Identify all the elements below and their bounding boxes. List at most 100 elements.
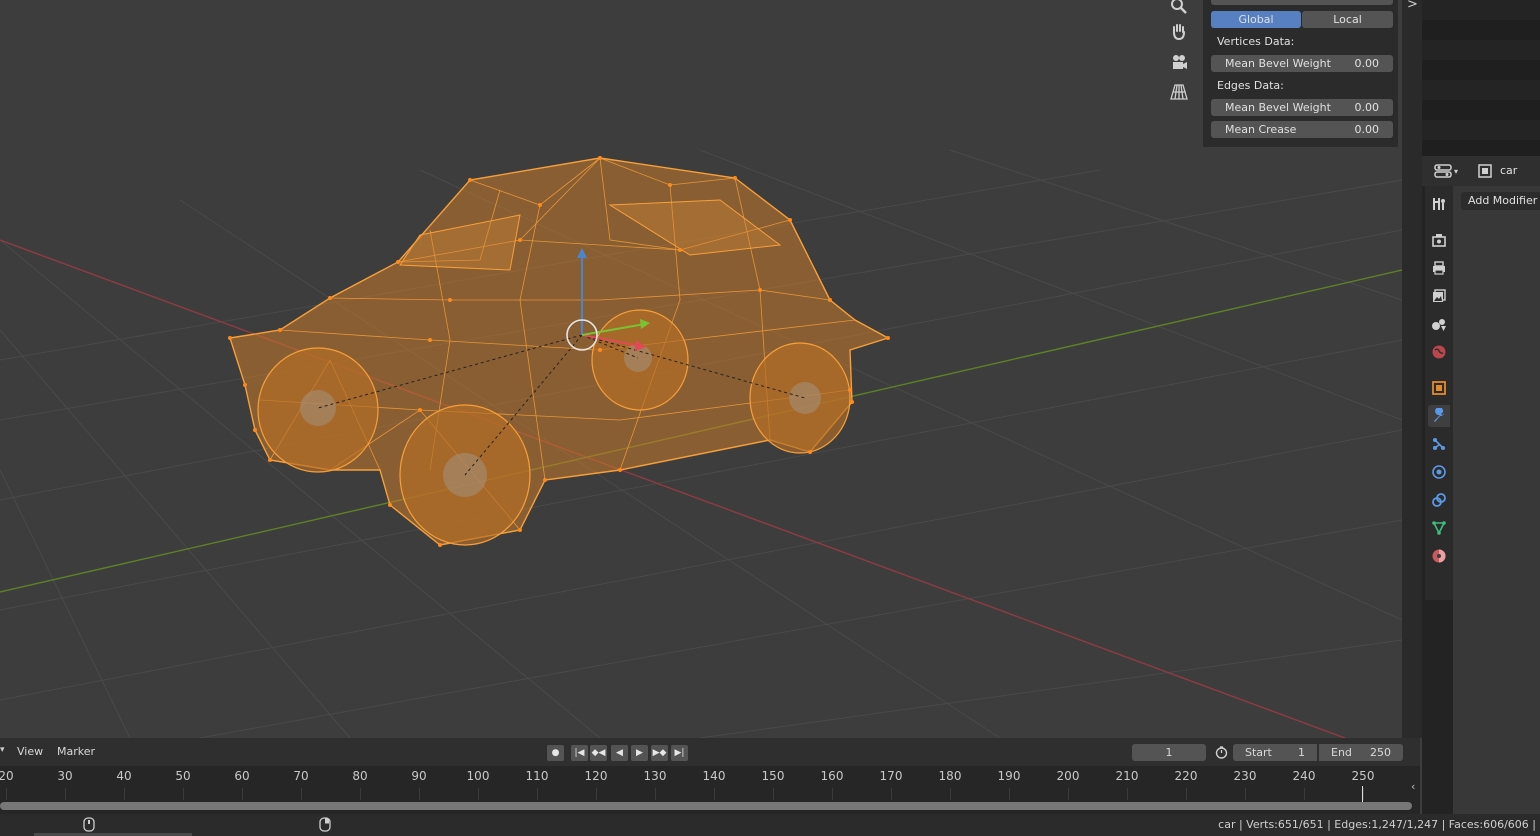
camera-icon[interactable] [1167,50,1191,74]
particles-icon [1433,438,1445,450]
status-bar: car | Verts:651/651 | Edges:1,247/1,247 … [0,814,1540,836]
timeline-tick-label: 30 [57,769,73,783]
printer-icon [1433,261,1445,275]
outliner-row[interactable] [1422,0,1540,20]
timeline-ruler[interactable]: 20 30 40 50 60 70 80 90 100 110 120 130 140 150 160 170… [0,766,1420,814]
outliner-row[interactable] [1422,80,1540,100]
add-modifier-button[interactable]: Add Modifier [1461,192,1540,210]
perspective-grid-icon[interactable] [1167,80,1191,104]
sidebar-toggle-arrow[interactable]: > [1407,0,1418,12]
vertices-data-heading: Vertices Data: [1217,35,1295,48]
outliner-row[interactable] [1422,120,1540,140]
start-value: 1 [1298,746,1305,759]
scene-statistics: car | Verts:651/651 | Edges:1,247/1,247 … [1218,818,1536,831]
tab-particles[interactable] [1428,433,1450,455]
object-icon [1432,381,1446,395]
3d-viewport[interactable] [0,0,1402,738]
jump-start-button[interactable]: |◀ [571,745,588,761]
tab-material[interactable] [1428,545,1450,567]
marker-menu[interactable]: Marker [57,745,95,758]
item-sidebar-panel: Global Local Vertices Data: Mean Bevel W… [1203,0,1398,147]
timeline-header: ▾ View Marker ● |◀ ◆◀ ◀ ▶ ▶◆ ▶| 1 Start … [0,738,1420,766]
edges-data-heading: Edges Data: [1217,79,1284,92]
tab-physics[interactable] [1428,461,1450,483]
vertex-mean-bevel-weight-field[interactable]: Mean Bevel Weight 0.00 [1211,55,1393,72]
jump-start-icon: |◀ [574,748,585,758]
physics-icon [1432,465,1446,479]
truncated-field[interactable] [1211,0,1393,5]
play-button[interactable]: ▶ [631,745,648,761]
properties-header: ▾ car [1422,156,1540,186]
tab-scene[interactable] [1428,313,1450,335]
tab-object[interactable] [1428,377,1450,399]
next-keyframe-button[interactable]: ▶◆ [651,745,668,761]
start-label: Start [1245,746,1272,759]
timeline-tick-line [950,788,951,800]
current-frame-field[interactable]: 1 [1132,744,1206,761]
timeline-tick-label: 110 [525,769,549,783]
timeline-tick-line [242,788,243,800]
timeline-tick-label: 160 [820,769,844,783]
chevron-left-icon[interactable]: ‹ [1411,780,1415,793]
timeline-tick-label: 220 [1174,769,1198,783]
orientation-local-button[interactable]: Local [1302,11,1393,28]
viewport-scene [0,149,1402,738]
tab-view-layer[interactable] [1428,285,1450,307]
constraints-icon [1432,493,1446,507]
timeline-tick-line [537,788,538,800]
timeline-tick-line [832,788,833,800]
tab-world[interactable] [1428,341,1450,363]
timeline-tick-label: 250 [1351,769,1375,783]
properties-body: Add Modifier [1453,186,1540,814]
hand-pan-icon[interactable] [1167,19,1191,43]
wrench-icon [1434,408,1444,422]
timeline-tick-label: 70 [293,769,309,783]
view-menu[interactable]: View [17,745,43,758]
zoom-icon[interactable] [1167,0,1191,18]
end-frame-marker [1362,786,1363,802]
properties-object-name: car [1500,164,1518,177]
tab-constraints[interactable] [1428,489,1450,511]
tab-tool[interactable] [1428,193,1450,215]
scene-icon [1432,319,1446,331]
next-keyframe-icon: ▶◆ [652,748,667,758]
timeline-tick-label: 170 [879,769,903,783]
play-reverse-button[interactable]: ◀ [611,745,628,761]
timeline-scrollbar[interactable] [0,802,1412,810]
timeline-tick-line [360,788,361,800]
timeline-tick-label: 90 [411,769,427,783]
timeline-tick-label: 240 [1292,769,1316,783]
edge-mean-bevel-weight-field[interactable]: Mean Bevel Weight 0.00 [1211,99,1393,116]
timeline-tick-line [478,788,479,800]
timeline-tick-label: 200 [1056,769,1080,783]
timeline-tick-label: 20 [0,769,14,783]
outliner-row[interactable] [1422,40,1540,60]
orientation-global-button[interactable]: Global [1211,11,1301,28]
field-value: 0.00 [1354,57,1380,70]
end-label: End [1331,746,1352,759]
mouse-left-icon [83,817,95,832]
start-frame-field[interactable]: Start 1 [1233,744,1317,761]
material-icon [1432,549,1446,563]
play-reverse-icon: ◀ [616,748,623,758]
record-button[interactable]: ● [547,745,564,761]
car-mesh[interactable] [228,156,890,547]
jump-end-icon: ▶| [674,748,685,758]
tab-output[interactable] [1428,257,1450,279]
mesh-data-icon [1432,521,1446,535]
jump-end-button[interactable]: ▶| [671,745,688,761]
prev-keyframe-button[interactable]: ◆◀ [590,745,607,761]
editor-type-icon [1434,164,1452,178]
chevron-down-icon[interactable]: ▾ [0,745,5,755]
edge-mean-crease-field[interactable]: Mean Crease 0.00 [1211,121,1393,138]
prev-keyframe-icon: ◆◀ [591,748,606,758]
timeline-tick-label: 100 [466,769,490,783]
tab-render[interactable] [1428,229,1450,251]
editor-type-dropdown[interactable]: ▾ [1434,162,1462,180]
tab-data[interactable] [1428,517,1450,539]
tab-modifier[interactable] [1428,405,1450,427]
stopwatch-icon[interactable] [1212,744,1230,761]
end-frame-field[interactable]: End 250 [1319,744,1403,761]
timeline-tick-line [1304,788,1305,800]
timeline-tick-label: 60 [234,769,250,783]
